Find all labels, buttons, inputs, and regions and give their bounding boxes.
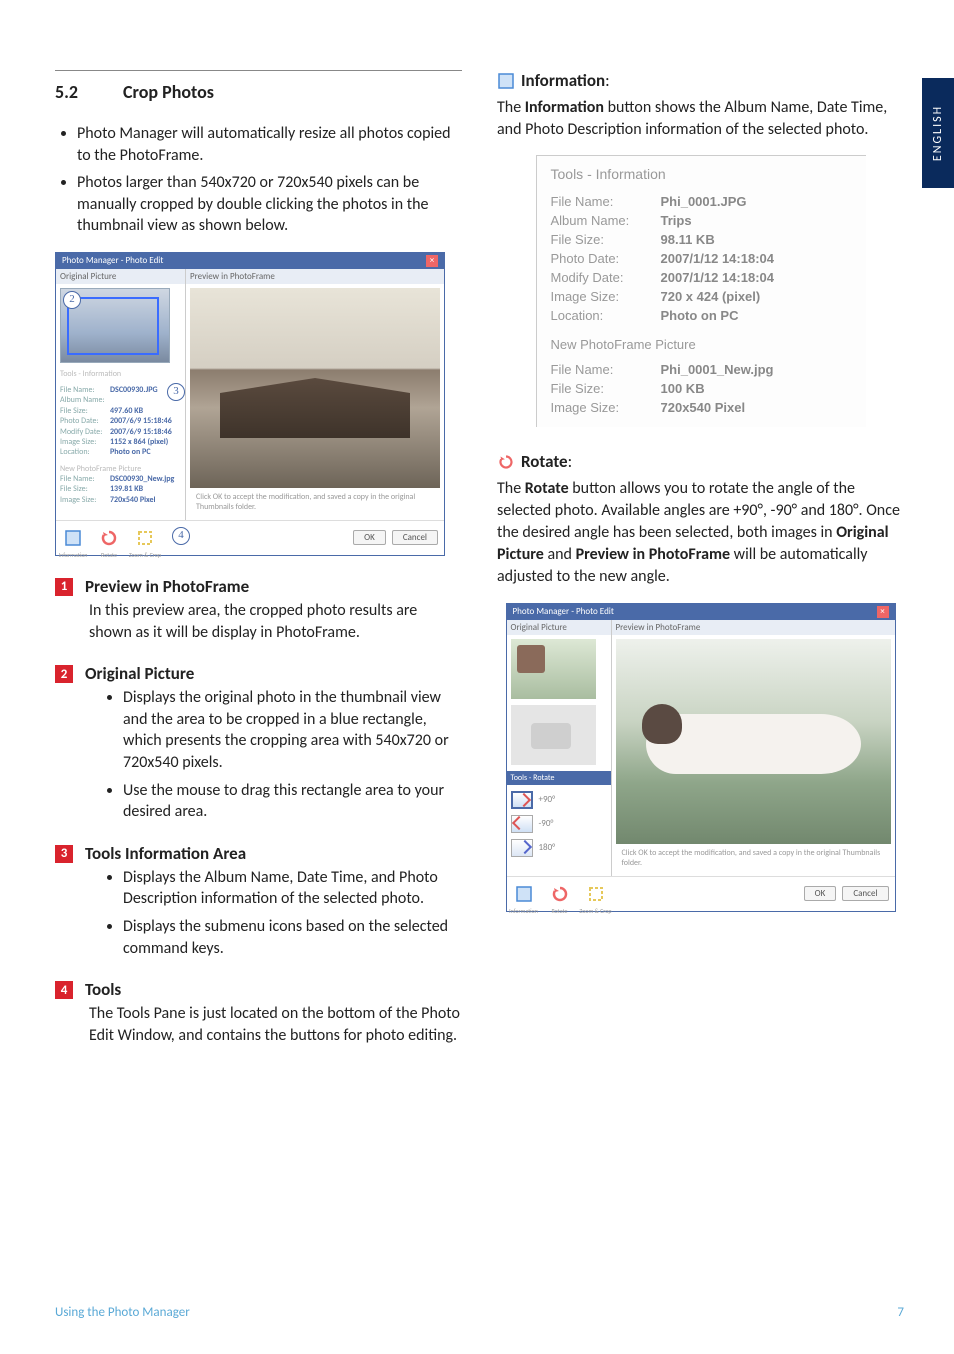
intro-bullet: Photo Manager will automatically resize …: [77, 123, 462, 166]
intro-bullet: Photos larger than 540x720 or 720x540 pi…: [77, 172, 462, 237]
figure-note: Click OK to accept the modification, and…: [616, 844, 891, 872]
language-tab: ENGLISH: [922, 78, 954, 188]
num-badge: 2: [55, 665, 73, 683]
num-title: Tools Information Area: [85, 843, 462, 864]
num-badge: 3: [55, 845, 73, 863]
tools-info-header: Tools - Information: [60, 369, 181, 379]
language-tab-text: ENGLISH: [931, 105, 945, 161]
rotate-paragraph: The Rotate button allows you to rotate t…: [497, 478, 904, 588]
numbered-item-1: 1 Preview in PhotoFrame In this preview …: [55, 576, 462, 649]
num-text: In this preview area, the cropped photo …: [85, 600, 462, 643]
close-icon[interactable]: ×: [877, 606, 889, 618]
num-badge: 1: [55, 578, 73, 596]
rotate-option[interactable]: +90°: [511, 791, 607, 809]
preview-image: [616, 639, 891, 844]
section-number: 5.2: [55, 81, 95, 103]
info-panel-table: File Name:Phi_0001.JPG Album Name:Trips …: [551, 192, 774, 325]
window-title: Photo Manager - Photo Edit: [62, 255, 163, 266]
section-rule: [55, 70, 462, 71]
left-panel-header: Original Picture: [507, 620, 611, 635]
num-title: Tools: [85, 979, 462, 1000]
rotate-tool-icon[interactable]: Rotate: [549, 883, 571, 905]
callout-2: 2: [63, 291, 81, 309]
information-paragraph: The Information button shows the Album N…: [497, 97, 904, 141]
left-panel-header: Original Picture: [56, 269, 185, 284]
num-title: Original Picture: [85, 663, 462, 684]
information-tool-icon[interactable]: Information: [62, 527, 84, 549]
rotate-heading: Rotate:: [497, 451, 904, 472]
original-thumbnail[interactable]: [511, 639, 596, 699]
rotate-option[interactable]: -90°: [511, 815, 607, 833]
section-heading: 5.2 Crop Photos: [55, 81, 462, 103]
preview-image: [190, 288, 440, 488]
crop-tool-icon[interactable]: Zoom & Crop: [585, 883, 607, 905]
numbered-item-3: 3 Tools Information Area Displays the Al…: [55, 843, 462, 965]
window-titlebar: Photo Manager - Photo Edit ×: [507, 604, 895, 620]
info-panel-figure: Tools - Information File Name:Phi_0001.J…: [536, 155, 866, 427]
window-title: Photo Manager - Photo Edit: [513, 606, 614, 617]
right-panel-header: Preview in PhotoFrame: [186, 269, 444, 284]
cancel-button[interactable]: Cancel: [842, 886, 888, 901]
numbered-item-4: 4 Tools The Tools Pane is just located o…: [55, 979, 462, 1052]
right-panel-header: Preview in PhotoFrame: [612, 620, 895, 635]
sub-bullet: Displays the submenu icons based on the …: [123, 916, 462, 959]
page-columns: 5.2 Crop Photos Photo Manager will autom…: [55, 70, 904, 1066]
page-number: 7: [897, 1305, 904, 1320]
footer-section: Using the Photo Manager: [55, 1305, 190, 1320]
crop-tool-icon[interactable]: Zoom & Crop: [134, 527, 156, 549]
num-title: Preview in PhotoFrame: [85, 576, 462, 597]
num-badge: 4: [55, 981, 73, 999]
left-column: 5.2 Crop Photos Photo Manager will autom…: [55, 70, 462, 1066]
sub-bullet: Use the mouse to drag this rectangle are…: [123, 780, 462, 823]
numbered-item-2: 2 Original Picture Displays the original…: [55, 663, 462, 829]
info-panel-table-2: File Name:Phi_0001_New.jpg File Size:100…: [551, 360, 774, 417]
section-title: Crop Photos: [123, 81, 214, 103]
ok-button[interactable]: OK: [804, 886, 837, 901]
original-thumbnail-alt[interactable]: [511, 705, 596, 765]
crop-window-figure: Photo Manager - Photo Edit × Original Pi…: [55, 252, 445, 556]
rotate-tool-icon[interactable]: Rotate: [98, 527, 120, 549]
callout-3: 3: [167, 383, 185, 401]
rotate-icon: [497, 453, 515, 471]
sub-bullet: Displays the original photo in the thumb…: [123, 687, 462, 773]
sub-bullet: Displays the Album Name, Date Time, and …: [123, 867, 462, 910]
info-panel-title: Tools - Information: [551, 166, 852, 182]
callout-4: 4: [172, 527, 190, 545]
crop-rectangle[interactable]: [67, 297, 159, 355]
ok-button[interactable]: OK: [353, 530, 386, 545]
tools-rotate-header: Tools - Rotate: [507, 771, 611, 785]
tools-info-block: 3 File Name:DSC00930.JPG Album Name: Fil…: [60, 385, 181, 505]
original-thumbnail[interactable]: 2: [60, 288, 170, 363]
cancel-button[interactable]: Cancel: [392, 530, 438, 545]
right-column: Information: The Information button show…: [497, 70, 904, 1066]
info-panel-section: New PhotoFrame Picture: [551, 337, 852, 352]
num-text: The Tools Pane is just located on the bo…: [85, 1003, 462, 1046]
window-titlebar: Photo Manager - Photo Edit ×: [56, 253, 444, 269]
information-heading: Information:: [497, 70, 904, 91]
rotate-option[interactable]: 180°: [511, 839, 607, 857]
figure-note: Click OK to accept the modification, and…: [190, 488, 440, 516]
information-tool-icon[interactable]: Information: [513, 883, 535, 905]
rotate-window-figure: Photo Manager - Photo Edit × Original Pi…: [506, 603, 896, 912]
close-icon[interactable]: ×: [426, 255, 438, 267]
intro-bullets: Photo Manager will automatically resize …: [55, 123, 462, 237]
information-icon: [497, 72, 515, 90]
page-footer: Using the Photo Manager 7: [55, 1305, 904, 1320]
